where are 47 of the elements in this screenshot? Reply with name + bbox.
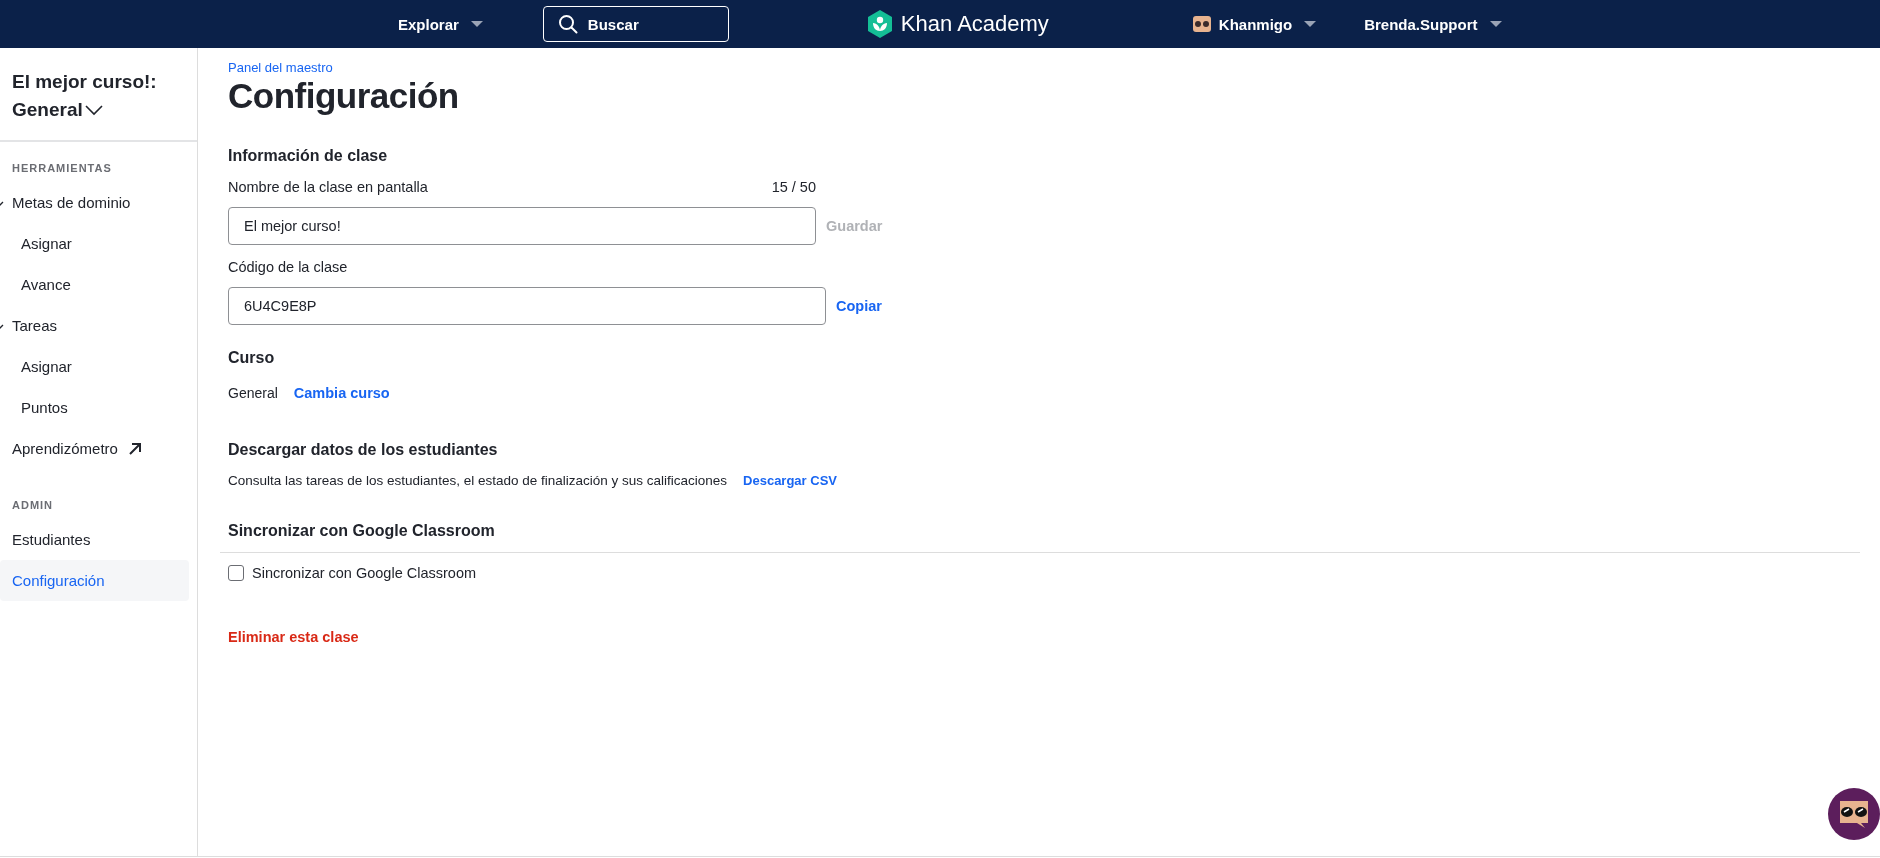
sidebar-subitem[interactable]: Asignar [0,223,189,264]
sunglasses-face-icon [1837,799,1871,829]
class-code-field[interactable]: 6U4C9E8P [228,287,826,325]
class-course-dropdown[interactable]: General [12,96,103,124]
sidebar-item[interactable]: Aprendizómetro [0,428,189,469]
page-title: Configuración [228,75,460,117]
sidebar-item[interactable]: Configuración [0,560,189,601]
sidebar-item[interactable]: Tareas [0,305,189,346]
section-heading: Sincronizar con Google Classroom [228,522,496,540]
sidebar-item[interactable]: Metas de dominio [0,182,189,223]
section-heading: Descargar datos de los estudiantes [228,441,499,459]
sidebar-item[interactable]: Estudiantes [0,519,189,560]
class-name-field[interactable]: El mejor curso! [228,207,816,245]
user-menu[interactable]: Brenda.Support [1364,11,1502,37]
checkbox[interactable] [228,565,244,581]
section-heading: ADMIN [11,498,55,513]
caret-icon [1304,21,1317,27]
logo-icon [866,10,893,38]
assistant-menu[interactable]: Khanmigo [1192,11,1317,37]
sidebar-subitem[interactable]: Asignar [0,346,189,387]
description-text: Consulta las tareas de los estudiantes, el estado de finalización y sus calificaciones [228,473,728,488]
sidebar-subitem[interactable]: Avance [0,264,189,305]
change-course-link[interactable]: Cambia curso [293,385,390,401]
assistant-avatar-icon [1192,16,1211,32]
copy-link[interactable]: Copiar [836,298,882,314]
search-icon [557,14,578,34]
section-heading: HERRAMIENTAS [11,161,113,176]
checkbox-label: Sincronizar con Google Classroom [252,565,477,581]
field-label: Código de la clase [228,259,349,275]
breadcrumb-link[interactable]: Panel del maestro [228,60,1880,75]
delete-class-link[interactable]: Eliminar esta clase [228,629,359,645]
arrow-up-right-icon [127,441,142,456]
download-csv-link[interactable]: Descargar CSV [743,473,837,488]
sidebar-subitem[interactable]: Puntos [0,387,189,428]
section-heading: Curso [228,349,276,367]
section-heading: Información de clase [228,147,389,165]
class-title: El mejor curso!: [12,70,158,94]
caret-icon [470,21,483,27]
search-field[interactable]: Buscar [542,6,729,42]
explore-menu[interactable]: Explorar [398,11,483,37]
field-label: Nombre de la clase en pantalla [228,179,428,195]
caret-icon [1489,21,1502,27]
logo-text[interactable]: Khan Academy [900,11,1049,37]
course-name: General [228,385,278,401]
character-count: 15 / 50 [771,179,816,195]
chevron-down-icon [84,104,103,116]
assistant-chat-button[interactable] [1828,788,1880,840]
